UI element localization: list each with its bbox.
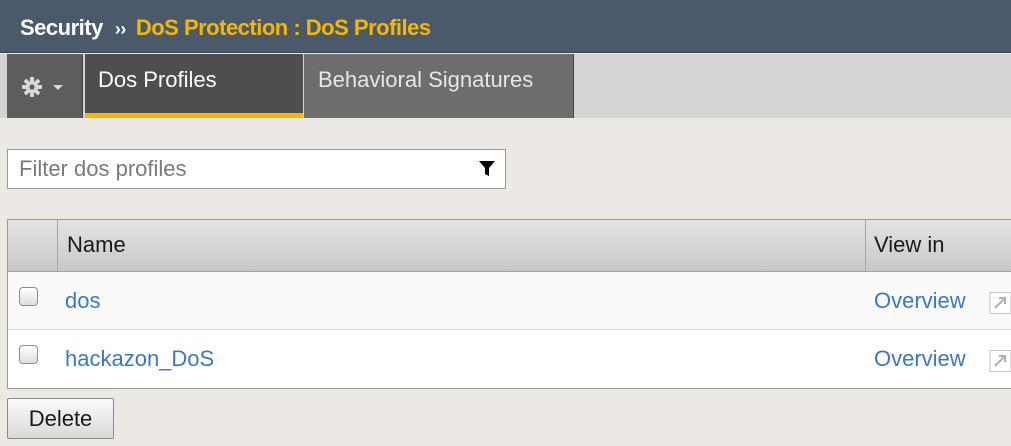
delete-button[interactable]: Delete xyxy=(7,398,114,439)
view-in-link[interactable]: Overview xyxy=(874,346,966,372)
active-tab-indicator xyxy=(85,113,303,118)
page-header: Security ›› DoS Protection : DoS Profiles xyxy=(0,0,1011,53)
table-row: dos Overview xyxy=(8,272,1011,330)
profiles-table: Name View in dos Overview hackazon_DoS O… xyxy=(7,219,1011,389)
table-header: Name View in xyxy=(8,220,1011,272)
breadcrumb-current: DoS Protection : DoS Profiles xyxy=(135,15,431,40)
tab-label: Behavioral Signatures xyxy=(318,67,534,92)
filter-box xyxy=(7,149,506,189)
settings-menu-button[interactable] xyxy=(7,54,83,118)
view-in-link[interactable]: Overview xyxy=(874,288,966,314)
tab-behavioral-signatures[interactable]: Behavioral Signatures xyxy=(304,54,574,118)
column-header-name[interactable]: Name xyxy=(58,220,866,271)
table-row: hackazon_DoS Overview xyxy=(8,330,1011,388)
row-checkbox[interactable] xyxy=(19,287,38,306)
external-link-icon[interactable] xyxy=(981,350,1011,372)
chevron-down-icon xyxy=(53,85,63,90)
tab-dos-profiles[interactable]: Dos Profiles xyxy=(85,54,303,118)
profile-name-link[interactable]: hackazon_DoS xyxy=(65,346,214,372)
funnel-icon[interactable] xyxy=(478,160,496,178)
breadcrumb-root[interactable]: Security xyxy=(20,15,103,40)
breadcrumb: Security ›› DoS Protection : DoS Profiles xyxy=(20,15,431,41)
external-link-icon[interactable] xyxy=(981,292,1011,314)
row-checkbox[interactable] xyxy=(19,345,38,364)
gear-icon xyxy=(22,77,63,97)
profile-name-link[interactable]: dos xyxy=(65,288,100,314)
column-header-view-in: View in xyxy=(874,232,945,257)
column-header-select[interactable] xyxy=(8,220,58,271)
breadcrumb-separator: ›› xyxy=(114,19,127,39)
tab-bar: Dos Profiles Behavioral Signatures xyxy=(0,54,1011,118)
filter-input[interactable] xyxy=(8,150,468,188)
tab-label: Dos Profiles xyxy=(98,67,217,92)
